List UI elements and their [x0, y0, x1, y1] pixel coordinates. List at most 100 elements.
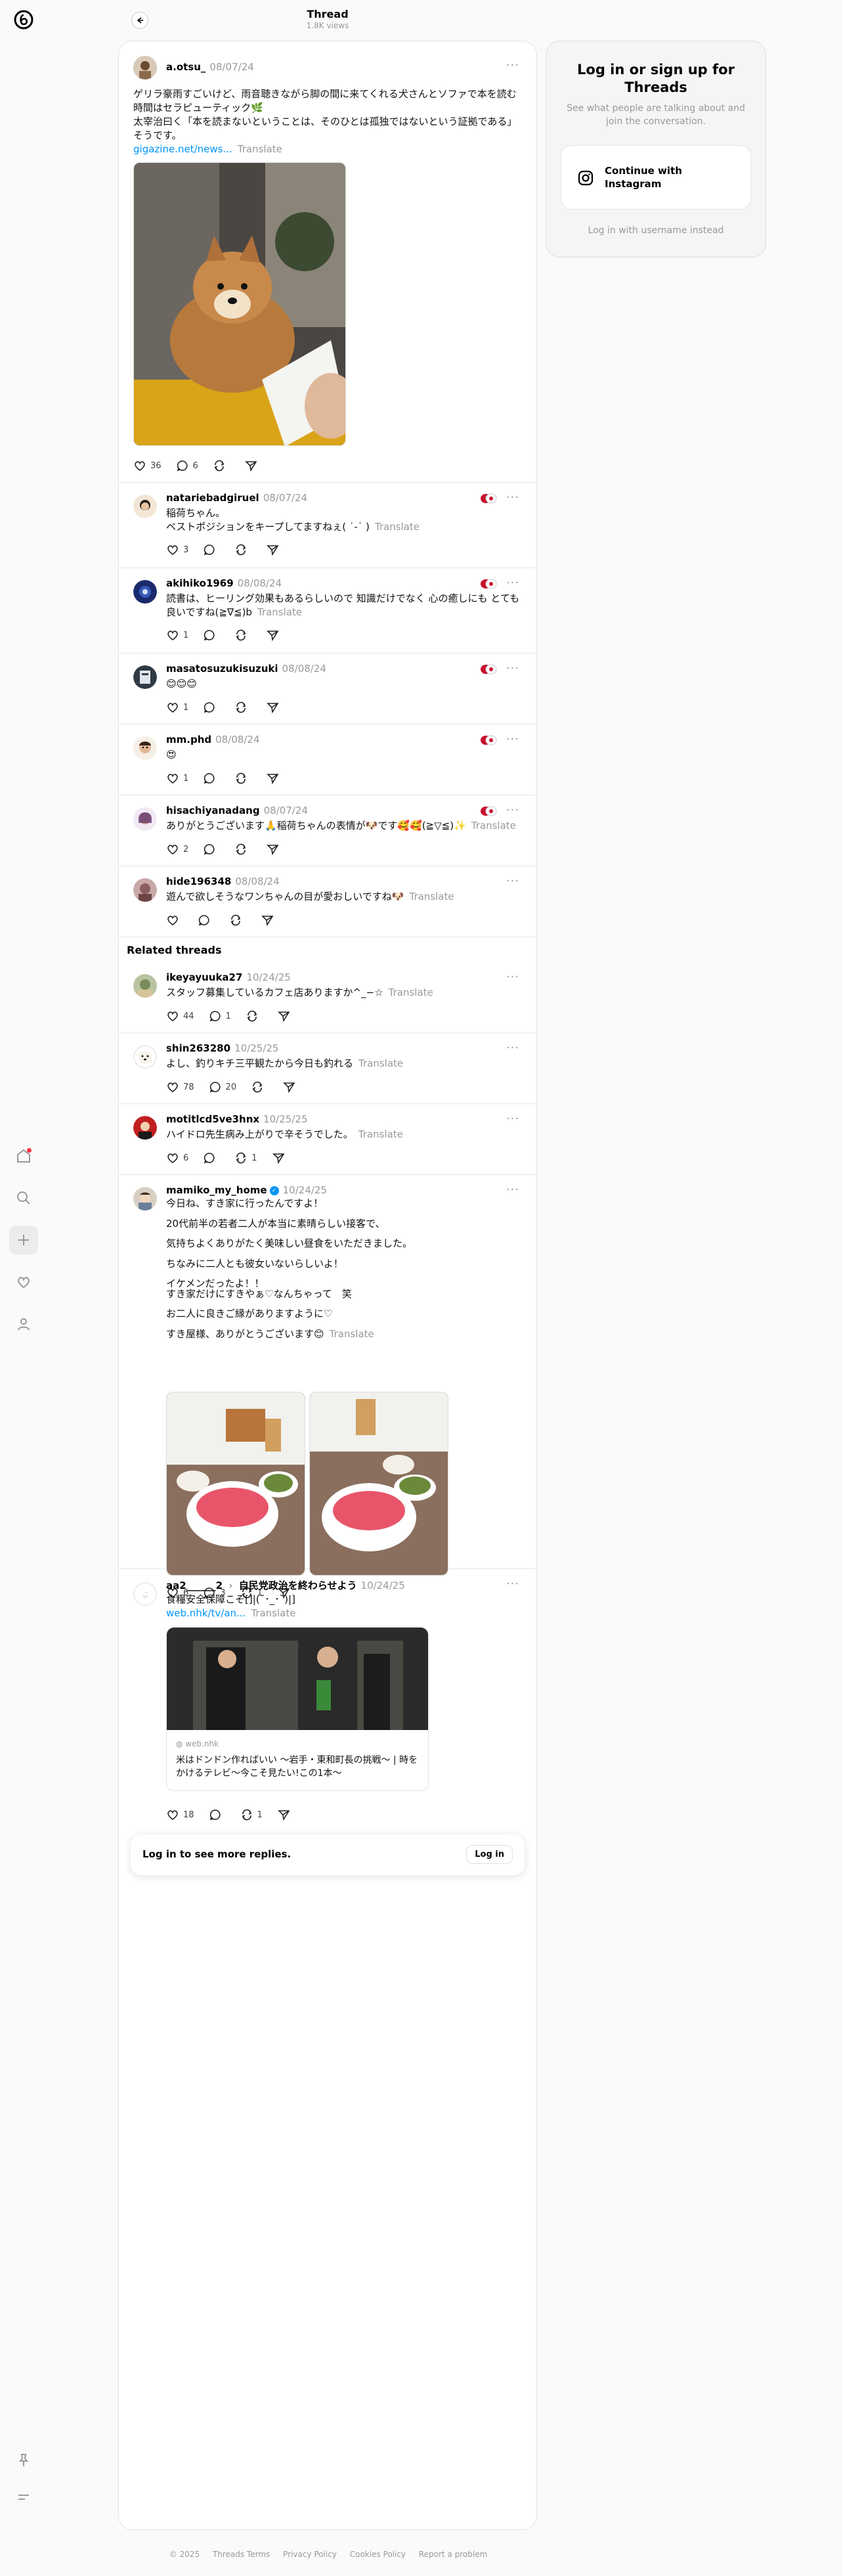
translate-link[interactable]: Translate: [409, 891, 454, 902]
repost-button[interactable]: [234, 629, 251, 642]
reply-button[interactable]: 6: [176, 459, 198, 472]
avatar[interactable]: ◡̈: [133, 1582, 157, 1606]
more-options-icon[interactable]: ···: [506, 1183, 519, 1197]
post-author[interactable]: a.otsu_ 08/07/24: [166, 61, 254, 73]
username[interactable]: masatosuzukisuzuki: [166, 663, 278, 675]
more-options-icon[interactable]: ···: [506, 491, 519, 504]
login-button[interactable]: Log in: [466, 1845, 513, 1864]
post-link[interactable]: gigazine.net/news...: [133, 143, 232, 155]
more-options-icon[interactable]: ···: [506, 661, 519, 675]
like-button[interactable]: 18: [166, 1808, 194, 1821]
like-button[interactable]: 1: [166, 701, 188, 714]
create-icon[interactable]: [9, 1226, 38, 1255]
share-button[interactable]: [266, 543, 283, 556]
food-photo-2[interactable]: [309, 1392, 448, 1576]
avatar[interactable]: [133, 56, 157, 79]
repost-button[interactable]: [234, 701, 251, 714]
repost-button[interactable]: [234, 543, 251, 556]
more-options-icon[interactable]: ···: [506, 1041, 519, 1055]
post-link[interactable]: web.nhk/tv/an...: [166, 1607, 246, 1619]
username[interactable]: mm.phd: [166, 734, 211, 745]
username[interactable]: motitlcd5ve3hnx: [166, 1113, 259, 1125]
like-button[interactable]: 78: [166, 1080, 194, 1094]
post-author[interactable]: shin263280 10/25/25: [166, 1042, 278, 1054]
like-button[interactable]: 1: [166, 772, 188, 785]
reply-author[interactable]: akihiko1969 08/08/24: [166, 577, 282, 589]
like-button[interactable]: 36: [133, 459, 162, 472]
reply-author[interactable]: natariebadgiruel 08/07/24: [166, 492, 307, 504]
avatar[interactable]: [133, 665, 157, 689]
related-thread-post[interactable]: shin263280 10/25/25 ··· よし、釣りキチ三平観たから今日も釣…: [119, 1033, 536, 1104]
translate-link[interactable]: Translate: [330, 1328, 374, 1340]
share-button[interactable]: [244, 459, 261, 472]
translate-link[interactable]: Translate: [471, 820, 516, 832]
reply-button[interactable]: 1: [209, 1010, 231, 1023]
translate-link[interactable]: Translate: [251, 1607, 295, 1619]
related-thread-post[interactable]: motitlcd5ve3hnx 10/25/25 ··· ハイドロ先生病み上がりで…: [119, 1104, 536, 1175]
translate-link[interactable]: Translate: [238, 143, 282, 155]
share-button[interactable]: [282, 1080, 299, 1094]
pin-icon[interactable]: [9, 2446, 38, 2475]
translate-link[interactable]: Translate: [257, 606, 302, 618]
reply-button[interactable]: [203, 701, 220, 714]
like-button[interactable]: 44: [166, 1010, 194, 1023]
username[interactable]: aa2______2: [166, 1580, 223, 1591]
username[interactable]: mamiko_my_home: [166, 1184, 267, 1196]
repost-button[interactable]: 1: [234, 1151, 257, 1165]
username[interactable]: hisachiyanadang: [166, 805, 260, 816]
more-options-icon[interactable]: ···: [506, 970, 519, 984]
username[interactable]: a.otsu_: [166, 61, 205, 73]
share-button[interactable]: [277, 1010, 294, 1023]
like-button[interactable]: 1: [166, 629, 188, 642]
post-author[interactable]: ikeyayuuka27 10/24/25: [166, 971, 291, 983]
avatar[interactable]: [133, 580, 157, 604]
avatar[interactable]: [133, 1187, 157, 1210]
like-button[interactable]: 6: [166, 1151, 188, 1165]
dog-photo[interactable]: [133, 162, 346, 446]
share-button[interactable]: [266, 701, 283, 714]
translate-link[interactable]: Translate: [358, 1057, 403, 1069]
share-button[interactable]: [266, 843, 283, 856]
reply-button[interactable]: [198, 914, 215, 927]
share-button[interactable]: [261, 914, 278, 927]
more-options-icon[interactable]: ···: [506, 58, 519, 72]
reply-button[interactable]: [203, 629, 220, 642]
more-options-icon[interactable]: ···: [506, 732, 519, 746]
more-options-icon[interactable]: ···: [506, 803, 519, 817]
reply-button[interactable]: [203, 772, 220, 785]
post-author[interactable]: mamiko_my_home ✓ 10/24/25: [166, 1184, 327, 1196]
repost-button[interactable]: [234, 772, 251, 785]
more-options-icon[interactable]: ···: [506, 1577, 519, 1591]
home-icon[interactable]: [9, 1142, 38, 1170]
avatar[interactable]: [133, 736, 157, 760]
search-icon[interactable]: [9, 1184, 38, 1212]
reply-author[interactable]: hisachiyanadang 08/07/24: [166, 805, 308, 816]
avatar[interactable]: [133, 974, 157, 998]
translate-link[interactable]: Translate: [375, 521, 420, 533]
reply-button[interactable]: [203, 843, 220, 856]
repost-button[interactable]: [246, 1010, 263, 1023]
repost-button[interactable]: [251, 1080, 268, 1094]
like-button[interactable]: [166, 914, 183, 927]
reply-author[interactable]: masatosuzukisuzuki 08/08/24: [166, 663, 326, 675]
repost-button[interactable]: [229, 914, 246, 927]
threads-logo-icon[interactable]: [12, 8, 35, 32]
repost-button[interactable]: [213, 459, 230, 472]
menu-icon[interactable]: [9, 2483, 38, 2512]
avatar[interactable]: [133, 807, 157, 831]
activity-heart-icon[interactable]: [9, 1268, 38, 1297]
username[interactable]: shin263280: [166, 1042, 230, 1054]
reply-button[interactable]: [203, 1151, 220, 1165]
username[interactable]: natariebadgiruel: [166, 492, 259, 504]
reply-button[interactable]: [203, 543, 220, 556]
more-options-icon[interactable]: ···: [506, 874, 519, 888]
related-thread-post[interactable]: mamiko_my_home ✓ 10/24/25 ··· 今日ね、すき家に行ったん…: [119, 1175, 536, 1599]
footer-link-cookies[interactable]: Cookies Policy: [350, 2550, 406, 2559]
post-author[interactable]: aa2______2 › 自民党政治を終わらせよう 10/24/25: [166, 1578, 405, 1592]
related-thread-post[interactable]: ikeyayuuka27 10/24/25 ··· スタッフ募集しているカフェ店あ…: [119, 962, 536, 1033]
username[interactable]: ikeyayuuka27: [166, 971, 242, 983]
username[interactable]: akihiko1969: [166, 577, 234, 589]
post-author[interactable]: motitlcd5ve3hnx 10/25/25: [166, 1113, 307, 1125]
more-options-icon[interactable]: ···: [506, 1112, 519, 1126]
username[interactable]: hide196348: [166, 876, 231, 887]
